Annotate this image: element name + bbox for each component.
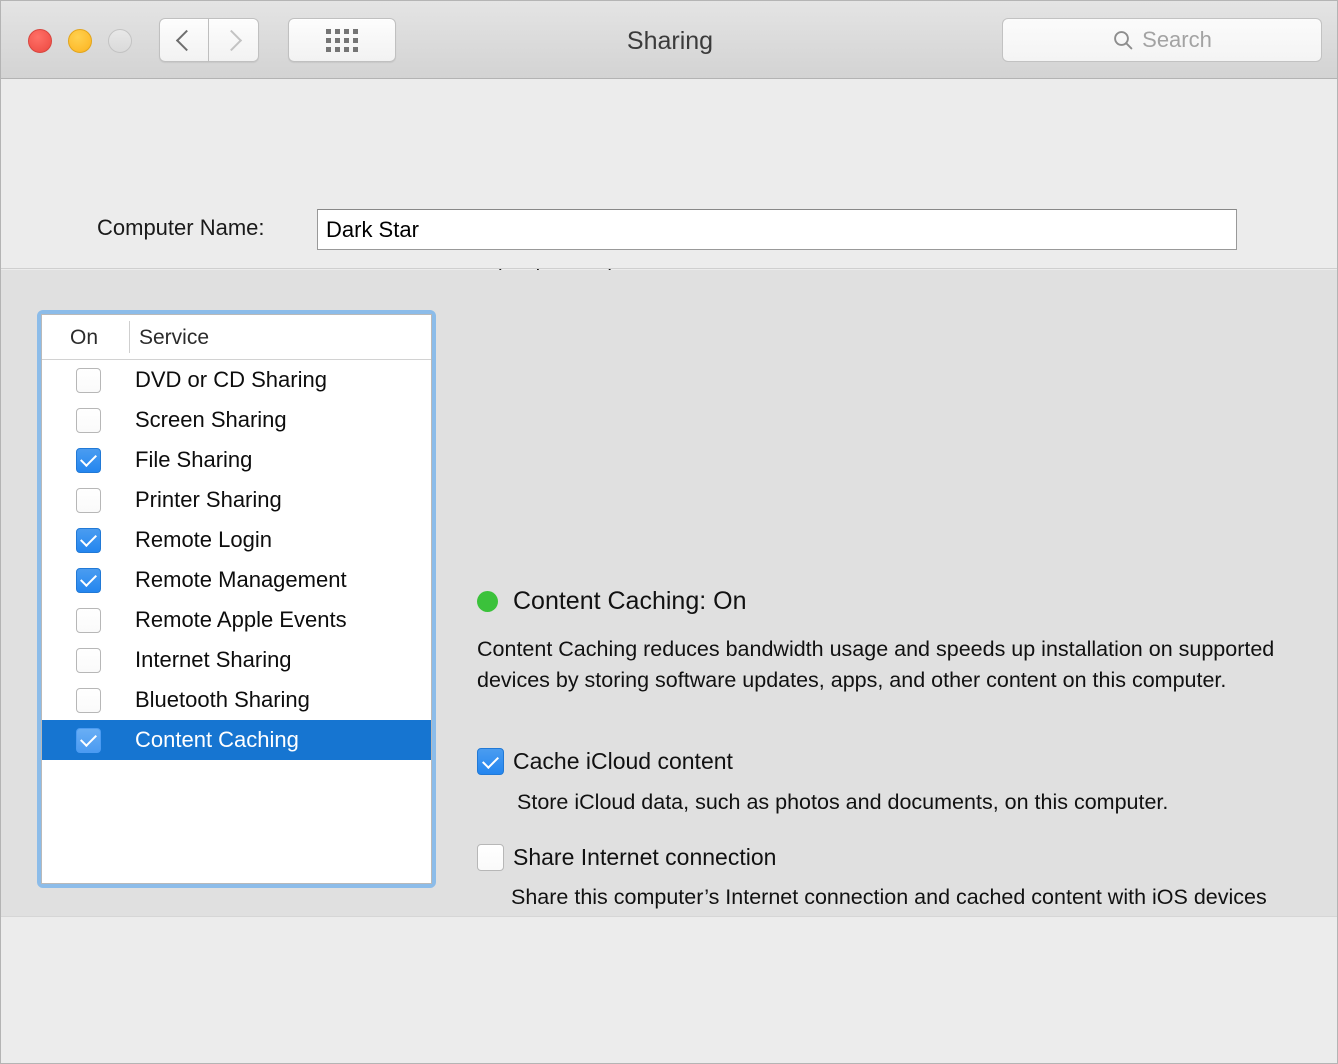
service-enable-cell: [42, 448, 135, 473]
service-row[interactable]: DVD or CD Sharing: [42, 360, 431, 400]
sharing-main-pane: On Service DVD or CD Sharing Screen Shari…: [1, 270, 1338, 916]
share-internet-connection-checkbox[interactable]: [477, 844, 504, 871]
service-name-label: Screen Sharing: [135, 407, 287, 433]
service-enable-checkbox[interactable]: [76, 408, 101, 433]
service-name-label: Bluetooth Sharing: [135, 687, 310, 713]
service-enable-cell: [42, 608, 135, 633]
service-enable-cell: [42, 488, 135, 513]
service-enable-checkbox[interactable]: [76, 448, 101, 473]
service-name-label: Internet Sharing: [135, 647, 292, 673]
service-row[interactable]: File Sharing: [42, 440, 431, 480]
computer-name-input[interactable]: [317, 209, 1237, 250]
checkmark-icon: [80, 570, 97, 587]
service-row[interactable]: Printer Sharing: [42, 480, 431, 520]
checkmark-icon: [80, 530, 97, 547]
service-row[interactable]: Remote Apple Events: [42, 600, 431, 640]
checkmark-icon: [482, 752, 499, 769]
service-enable-checkbox[interactable]: [76, 528, 101, 553]
checkmark-icon: [80, 450, 97, 467]
service-name-label: Remote Login: [135, 527, 272, 553]
service-status-title: Content Caching: On: [513, 587, 746, 616]
share-internet-connection-label[interactable]: Share Internet connection: [513, 844, 776, 871]
checkmark-icon: [80, 730, 97, 747]
window-titlebar: Sharing Search: [1, 1, 1338, 79]
search-icon: [1112, 29, 1134, 51]
service-description: Content Caching reduces bandwidth usage …: [477, 634, 1277, 696]
column-divider: [129, 321, 130, 353]
service-name-label: Remote Apple Events: [135, 607, 347, 633]
computer-name-label: Computer Name:: [97, 215, 265, 241]
services-table[interactable]: On Service DVD or CD Sharing Screen Shari…: [41, 314, 432, 884]
service-row[interactable]: Remote Login: [42, 520, 431, 560]
service-enable-cell: [42, 368, 135, 393]
sharing-preferences-window: Sharing Search Computer Name: Computers …: [0, 0, 1338, 1064]
service-row[interactable]: Content Caching: [42, 720, 431, 760]
service-enable-checkbox[interactable]: [76, 608, 101, 633]
service-enable-cell: [42, 528, 135, 553]
cache-icloud-content-checkbox[interactable]: [477, 748, 504, 775]
service-name-label: DVD or CD Sharing: [135, 367, 327, 393]
computer-name-section: Computer Name: Computers on your local n…: [1, 79, 1338, 269]
search-placeholder: Search: [1142, 27, 1212, 53]
service-name-label: File Sharing: [135, 447, 252, 473]
service-row[interactable]: Remote Management: [42, 560, 431, 600]
service-row[interactable]: Bluetooth Sharing: [42, 680, 431, 720]
service-enable-checkbox[interactable]: [76, 568, 101, 593]
service-row[interactable]: Internet Sharing: [42, 640, 431, 680]
service-enable-cell: [42, 568, 135, 593]
service-enable-cell: [42, 688, 135, 713]
service-enable-checkbox[interactable]: [76, 648, 101, 673]
window-bottom-bar: ?: [1, 916, 1338, 1064]
services-table-focus-ring: On Service DVD or CD Sharing Screen Shari…: [37, 310, 436, 888]
service-enable-checkbox[interactable]: [76, 728, 101, 753]
service-name-label: Content Caching: [135, 727, 299, 753]
services-table-header: On Service: [42, 315, 431, 360]
service-row[interactable]: Screen Sharing: [42, 400, 431, 440]
status-indicator-dot: [477, 591, 498, 612]
service-name-label: Remote Management: [135, 567, 347, 593]
cache-icloud-content-description: Store iCloud data, such as photos and do…: [517, 787, 1307, 818]
service-enable-checkbox[interactable]: [76, 368, 101, 393]
service-enable-cell: [42, 408, 135, 433]
service-name-label: Printer Sharing: [135, 487, 282, 513]
cache-icloud-content-label[interactable]: Cache iCloud content: [513, 748, 733, 775]
column-header-service[interactable]: Service: [139, 326, 209, 350]
services-row-container: DVD or CD Sharing Screen Sharing File Shar…: [42, 360, 431, 760]
service-enable-cell: [42, 728, 135, 753]
service-enable-checkbox[interactable]: [76, 688, 101, 713]
column-header-on[interactable]: On: [70, 326, 98, 350]
search-field[interactable]: Search: [1002, 18, 1322, 62]
service-enable-checkbox[interactable]: [76, 488, 101, 513]
service-enable-cell: [42, 648, 135, 673]
